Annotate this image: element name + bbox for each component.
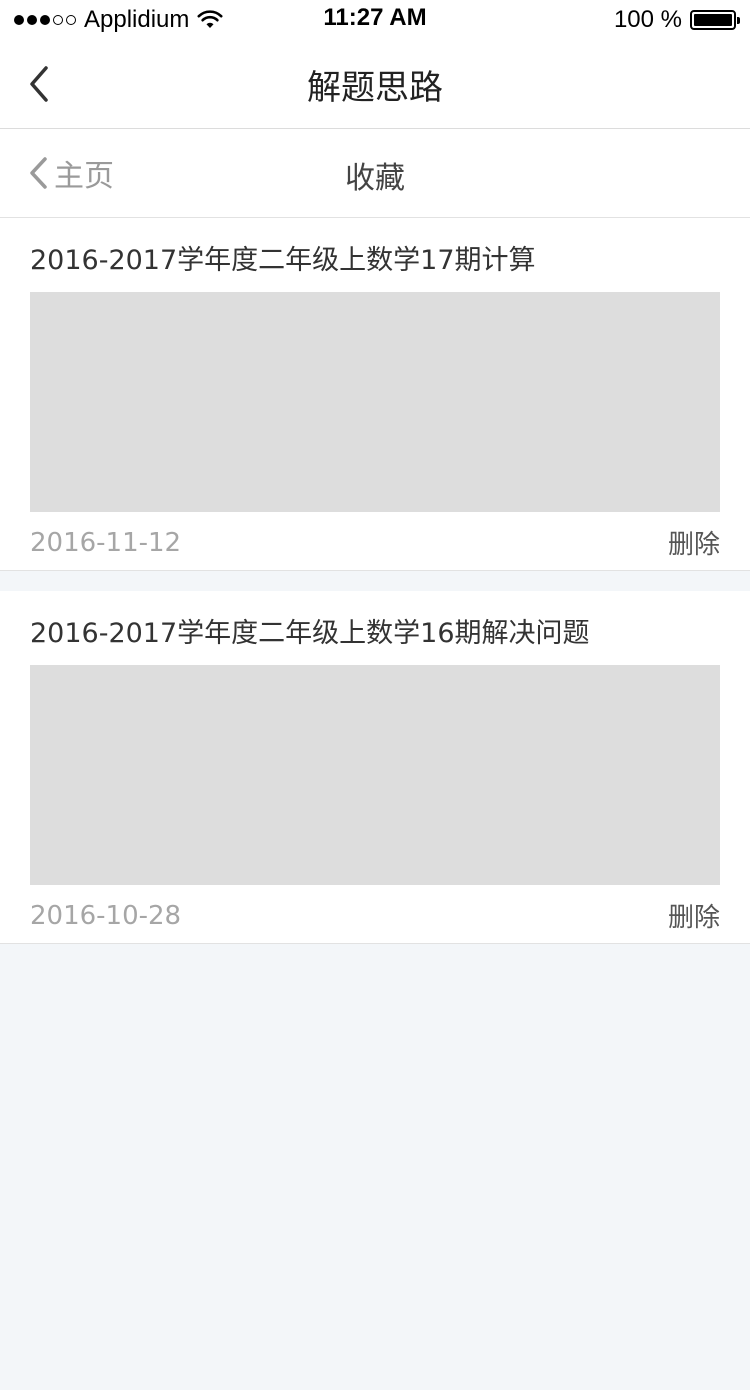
battery-fill	[694, 14, 732, 26]
section-title: 收藏	[345, 161, 405, 196]
card-image[interactable]	[30, 292, 720, 512]
card-date: 2016-11-12	[30, 528, 182, 558]
favorite-card[interactable]: 2016-2017学年度二年级上数学17期计算 2016-11-12 删除	[0, 218, 750, 571]
battery-percent: 100 %	[613, 6, 682, 33]
delete-button[interactable]: 删除	[668, 897, 720, 934]
card-title: 2016-2017学年度二年级上数学17期计算	[30, 245, 536, 276]
favorite-card[interactable]: 2016-2017学年度二年级上数学16期解决问题 2016-10-28 删除	[0, 591, 750, 944]
status-bar: Applidium 11:27 AM 100 %	[0, 0, 750, 40]
page-title: 解题思路	[307, 68, 443, 108]
navigation-bar: 解题思路	[0, 40, 750, 129]
battery-icon	[690, 10, 740, 30]
card-date: 2016-10-28	[30, 901, 182, 931]
delete-button[interactable]: 删除	[668, 524, 720, 561]
battery-nub	[737, 17, 740, 24]
card-title: 2016-2017学年度二年级上数学16期解决问题	[30, 618, 590, 649]
status-right: 100 %	[613, 4, 740, 36]
card-image[interactable]	[30, 665, 720, 885]
sub-header: 主页 收藏	[0, 129, 750, 218]
